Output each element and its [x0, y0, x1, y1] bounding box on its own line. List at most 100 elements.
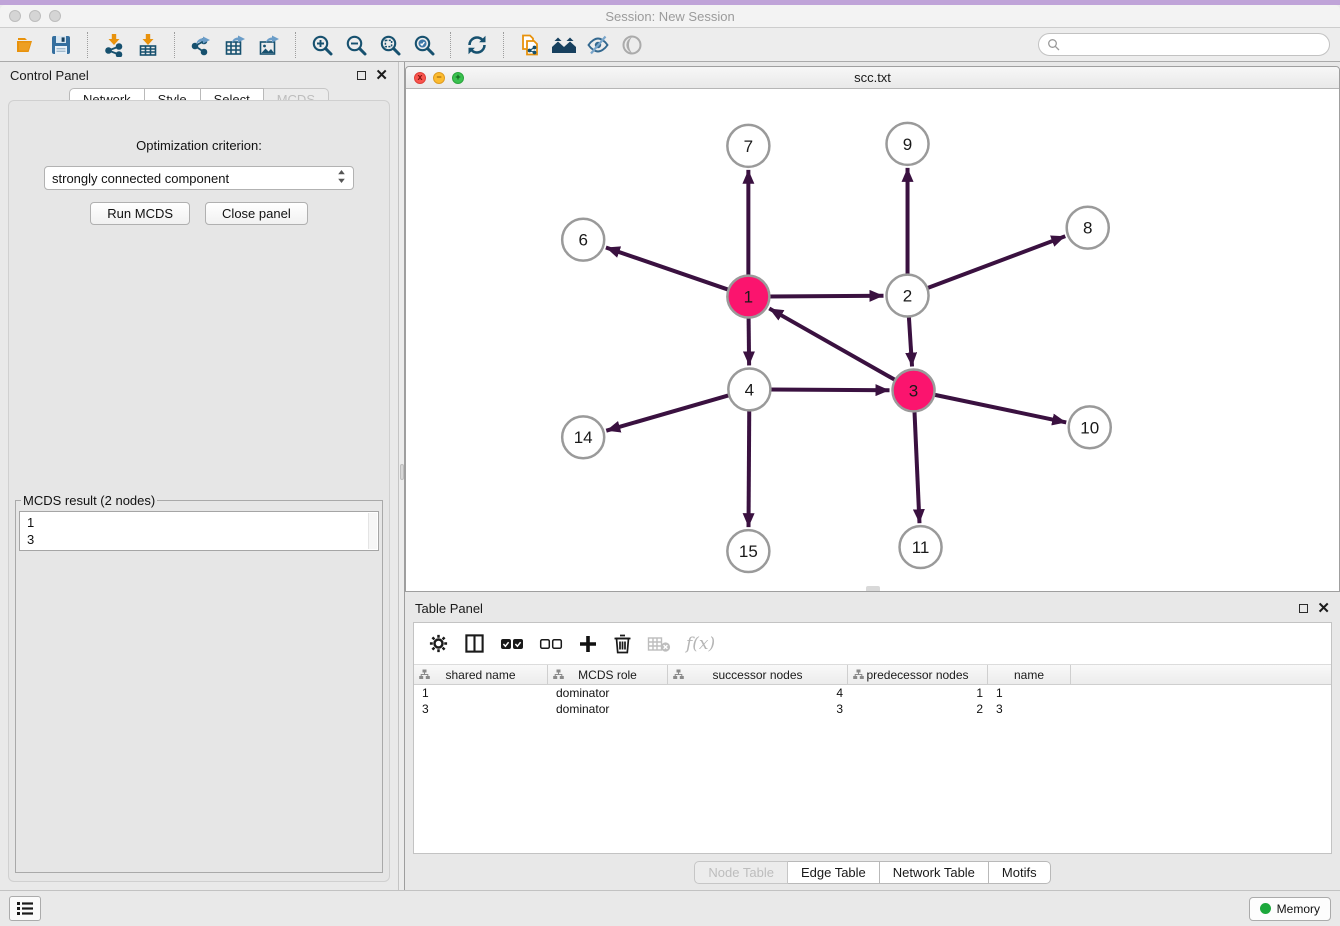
zoom-out-icon[interactable] — [339, 31, 373, 59]
run-mcds-button[interactable]: Run MCDS — [90, 202, 190, 225]
table-settings-gear-icon[interactable] — [428, 633, 449, 654]
graph-edge-2-8[interactable] — [926, 236, 1065, 288]
result-item: 1 — [27, 514, 371, 531]
table-panel-title: Table Panel — [415, 601, 483, 616]
session-titlebar: Session: New Session — [0, 5, 1340, 28]
refresh-view-icon[interactable] — [460, 31, 494, 59]
deselect-all-icon[interactable] — [539, 637, 563, 651]
delete-column-trash-icon[interactable] — [613, 633, 632, 654]
network-maximize-button[interactable]: + — [452, 72, 464, 84]
column-header-predecessor-nodes[interactable]: predecessor nodes — [848, 665, 988, 684]
vertical-splitter[interactable] — [398, 62, 405, 890]
table-cell[interactable]: 3 — [414, 702, 548, 716]
close-panel-icon[interactable]: ✕ — [375, 68, 388, 83]
function-builder-icon-disabled: f(x) — [686, 634, 715, 654]
graph-edge-4-15[interactable] — [749, 409, 750, 527]
column-header-shared-name[interactable]: shared name — [414, 665, 548, 684]
column-header-successor-nodes[interactable]: successor nodes — [668, 665, 848, 684]
tab-network-table[interactable]: Network Table — [880, 861, 989, 884]
window-controls — [9, 10, 61, 22]
network-window-title: scc.txt — [406, 70, 1339, 85]
first-neighbors-icon[interactable] — [547, 31, 581, 59]
graph-edge-4-3[interactable] — [769, 390, 889, 391]
graph-edge-3-11[interactable] — [914, 410, 919, 523]
minimize-window-button[interactable] — [29, 10, 41, 22]
memory-label: Memory — [1277, 902, 1320, 916]
graph-edge-1-2[interactable] — [768, 296, 883, 297]
graph-node-label: 11 — [912, 538, 930, 557]
column-header-name[interactable]: name — [988, 665, 1071, 684]
close-panel-button[interactable]: Close panel — [205, 202, 308, 225]
create-column-plus-icon[interactable] — [578, 634, 598, 654]
graph-edge-1-4[interactable] — [749, 317, 750, 366]
network-close-button[interactable]: x — [414, 72, 426, 84]
graph-node-label: 2 — [903, 287, 912, 306]
open-session-icon[interactable] — [10, 31, 44, 59]
splitter-grip[interactable] — [400, 464, 404, 480]
tab-motifs[interactable]: Motifs — [989, 861, 1051, 884]
export-table-icon[interactable] — [218, 31, 252, 59]
import-table-icon[interactable] — [131, 31, 165, 59]
search-input[interactable] — [1064, 38, 1321, 52]
task-history-button[interactable] — [9, 896, 41, 921]
table-row[interactable]: 1dominator411 — [414, 685, 1331, 701]
table-cell[interactable]: dominator — [548, 702, 668, 716]
table-cell[interactable]: dominator — [548, 686, 668, 700]
table-cell[interactable]: 1 — [414, 686, 548, 700]
cytoscape-window: Session: New Session — [0, 0, 1340, 926]
toolbar-separator — [87, 32, 88, 58]
status-bar: Memory — [0, 890, 1340, 926]
mcds-tab-panel: Optimization criterion: strongly connect… — [8, 100, 390, 882]
search-icon — [1047, 38, 1060, 51]
table-row[interactable]: 3dominator323 — [414, 701, 1331, 717]
graph-edge-2-3[interactable] — [909, 316, 912, 367]
show-all-icon[interactable] — [615, 31, 649, 59]
canvas-splitter-grip[interactable] — [866, 586, 880, 591]
result-scrollbar[interactable] — [368, 513, 377, 549]
graph-node-label: 9 — [903, 135, 912, 154]
zoom-fit-icon[interactable] — [373, 31, 407, 59]
zoom-selected-icon[interactable] — [407, 31, 441, 59]
mcds-result-group: MCDS result (2 nodes) 13 — [15, 493, 383, 873]
table-cell[interactable]: 4 — [668, 686, 848, 700]
export-network-icon[interactable] — [184, 31, 218, 59]
network-view-window: x − + scc.txt 7968124314101511 — [405, 66, 1340, 592]
table-tabs: Node Table Edge Table Network Table Moti… — [405, 861, 1340, 884]
optimization-criterion-select[interactable]: strongly connected component — [44, 166, 354, 190]
graph-edge-3-1[interactable] — [769, 308, 896, 380]
close-window-button[interactable] — [9, 10, 21, 22]
duplicate-network-icon[interactable] — [513, 31, 547, 59]
table-cell[interactable]: 2 — [848, 702, 988, 716]
graph-node-label: 6 — [578, 231, 587, 250]
network-graph[interactable]: 7968124314101511 — [406, 89, 1339, 591]
float-table-panel-icon[interactable] — [1299, 604, 1308, 613]
zoom-in-icon[interactable] — [305, 31, 339, 59]
graph-edge-4-14[interactable] — [606, 395, 730, 431]
selected-criterion: strongly connected component — [52, 171, 229, 186]
tab-edge-table[interactable]: Edge Table — [788, 861, 880, 884]
import-network-icon[interactable] — [97, 31, 131, 59]
graph-edge-3-10[interactable] — [933, 395, 1066, 423]
table-cell[interactable]: 1 — [988, 686, 1071, 700]
float-panel-icon[interactable] — [357, 71, 366, 80]
network-canvas[interactable]: 7968124314101511 — [406, 89, 1339, 591]
node-table-container: f(x) shared nameMCDS rolesuccessor nodes… — [413, 622, 1332, 854]
export-image-icon[interactable] — [252, 31, 286, 59]
memory-button[interactable]: Memory — [1249, 897, 1331, 921]
search-box[interactable] — [1038, 33, 1330, 56]
select-all-icon[interactable] — [500, 637, 524, 651]
table-cell[interactable]: 1 — [848, 686, 988, 700]
column-header-MCDS-role[interactable]: MCDS role — [548, 665, 668, 684]
table-cell[interactable]: 3 — [988, 702, 1071, 716]
table-cell[interactable]: 3 — [668, 702, 848, 716]
close-table-panel-icon[interactable]: ✕ — [1317, 601, 1330, 616]
toolbar-separator — [503, 32, 504, 58]
hide-selected-icon[interactable] — [581, 31, 615, 59]
chevron-updown-icon — [337, 169, 346, 187]
graph-edge-1-6[interactable] — [606, 248, 730, 291]
show-columns-icon[interactable] — [464, 633, 485, 654]
save-session-icon[interactable] — [44, 31, 78, 59]
maximize-window-button[interactable] — [49, 10, 61, 22]
network-minimize-button[interactable]: − — [433, 72, 445, 84]
tab-node-table[interactable]: Node Table — [694, 861, 788, 884]
